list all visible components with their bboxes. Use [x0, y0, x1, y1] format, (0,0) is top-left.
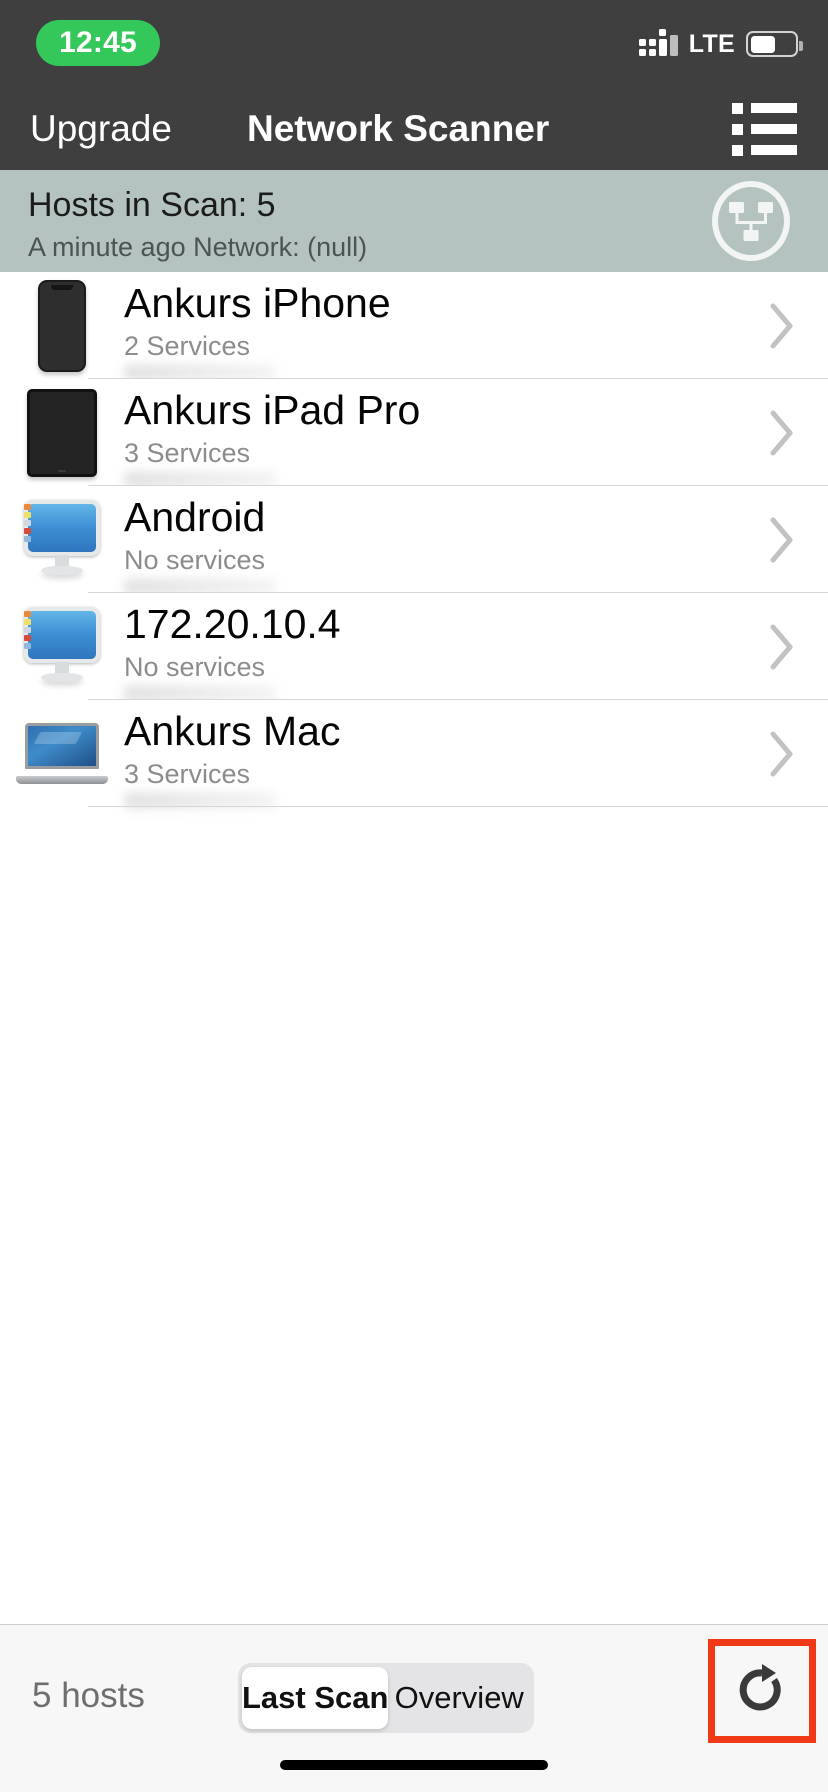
host-info: Ankurs iPhone 2 Services	[124, 272, 736, 381]
battery-icon	[746, 31, 803, 57]
scan-view-segmented-control[interactable]: Last Scan Overview	[238, 1663, 534, 1733]
host-info: 172.20.10.4 No services	[124, 593, 736, 702]
chevron-right-icon[interactable]	[736, 700, 828, 807]
desktop-computer-icon	[0, 486, 124, 593]
status-bar-time: 12:45	[59, 26, 137, 59]
list-item[interactable]: Android No services	[0, 486, 828, 595]
host-name: Ankurs iPhone	[124, 280, 391, 326]
navigation-bar: Upgrade Network Scanner	[0, 88, 828, 170]
tab-overview[interactable]: Overview	[388, 1667, 530, 1729]
host-name: Android	[124, 494, 266, 540]
home-indicator	[280, 1760, 548, 1770]
host-info: Ankurs Mac 3 Services	[124, 700, 736, 809]
refresh-button[interactable]	[708, 1639, 816, 1743]
host-name: Ankurs iPad Pro	[124, 387, 421, 433]
host-info: Ankurs iPad Pro 3 Services	[124, 379, 736, 488]
host-info: Android No services	[124, 486, 736, 595]
list-item[interactable]: Ankurs Mac 3 Services	[0, 700, 828, 809]
list-item[interactable]: Ankurs iPhone 2 Services	[0, 272, 828, 381]
hosts-count-label: 5 hosts	[32, 1676, 145, 1715]
upgrade-button[interactable]: Upgrade	[30, 108, 172, 150]
list-item[interactable]: Ankurs iPad Pro 3 Services	[0, 379, 828, 488]
ipad-device-icon	[0, 379, 124, 486]
host-services: No services	[124, 652, 266, 682]
scan-meta-label: A minute ago Network: (null)	[28, 232, 368, 262]
tab-last-scan[interactable]: Last Scan	[242, 1667, 389, 1729]
chevron-right-icon[interactable]	[736, 593, 828, 700]
host-services: 3 Services	[124, 438, 251, 468]
cellular-signal-dots-icon	[638, 29, 678, 56]
network-scanner-app-screen: 12:45 LTE Upgrade Network Scanner Hosts …	[0, 0, 828, 1792]
chevron-right-icon[interactable]	[736, 272, 828, 379]
list-menu-icon[interactable]	[732, 101, 802, 157]
page-title: Network Scanner	[247, 108, 550, 149]
host-name: 172.20.10.4	[124, 601, 341, 647]
desktop-computer-icon	[0, 593, 124, 700]
host-list: Ankurs iPhone 2 Services Ankurs iPad Pro…	[0, 272, 828, 809]
recording-time-pill: 12:45	[36, 20, 160, 66]
host-services: 2 Services	[124, 331, 251, 361]
macbook-laptop-icon	[0, 700, 124, 807]
hosts-in-scan-label: Hosts in Scan: 5	[28, 186, 276, 224]
chevron-right-icon[interactable]	[736, 379, 828, 486]
list-item[interactable]: 172.20.10.4 No services	[0, 593, 828, 702]
status-bar-indicators: LTE	[638, 26, 803, 62]
network-type-label: LTE	[688, 29, 735, 58]
row-separator	[88, 805, 828, 807]
network-topology-icon[interactable]	[712, 181, 790, 261]
status-bar: 12:45 LTE	[0, 0, 828, 88]
scan-summary-band: Hosts in Scan: 5 A minute ago Network: (…	[0, 170, 828, 272]
iphone-device-icon	[0, 272, 124, 379]
bottom-toolbar: 5 hosts Last Scan Overview	[0, 1624, 828, 1792]
host-services: 3 Services	[124, 759, 251, 789]
chevron-right-icon[interactable]	[736, 486, 828, 593]
host-services: No services	[124, 545, 266, 575]
host-name: Ankurs Mac	[124, 708, 341, 754]
